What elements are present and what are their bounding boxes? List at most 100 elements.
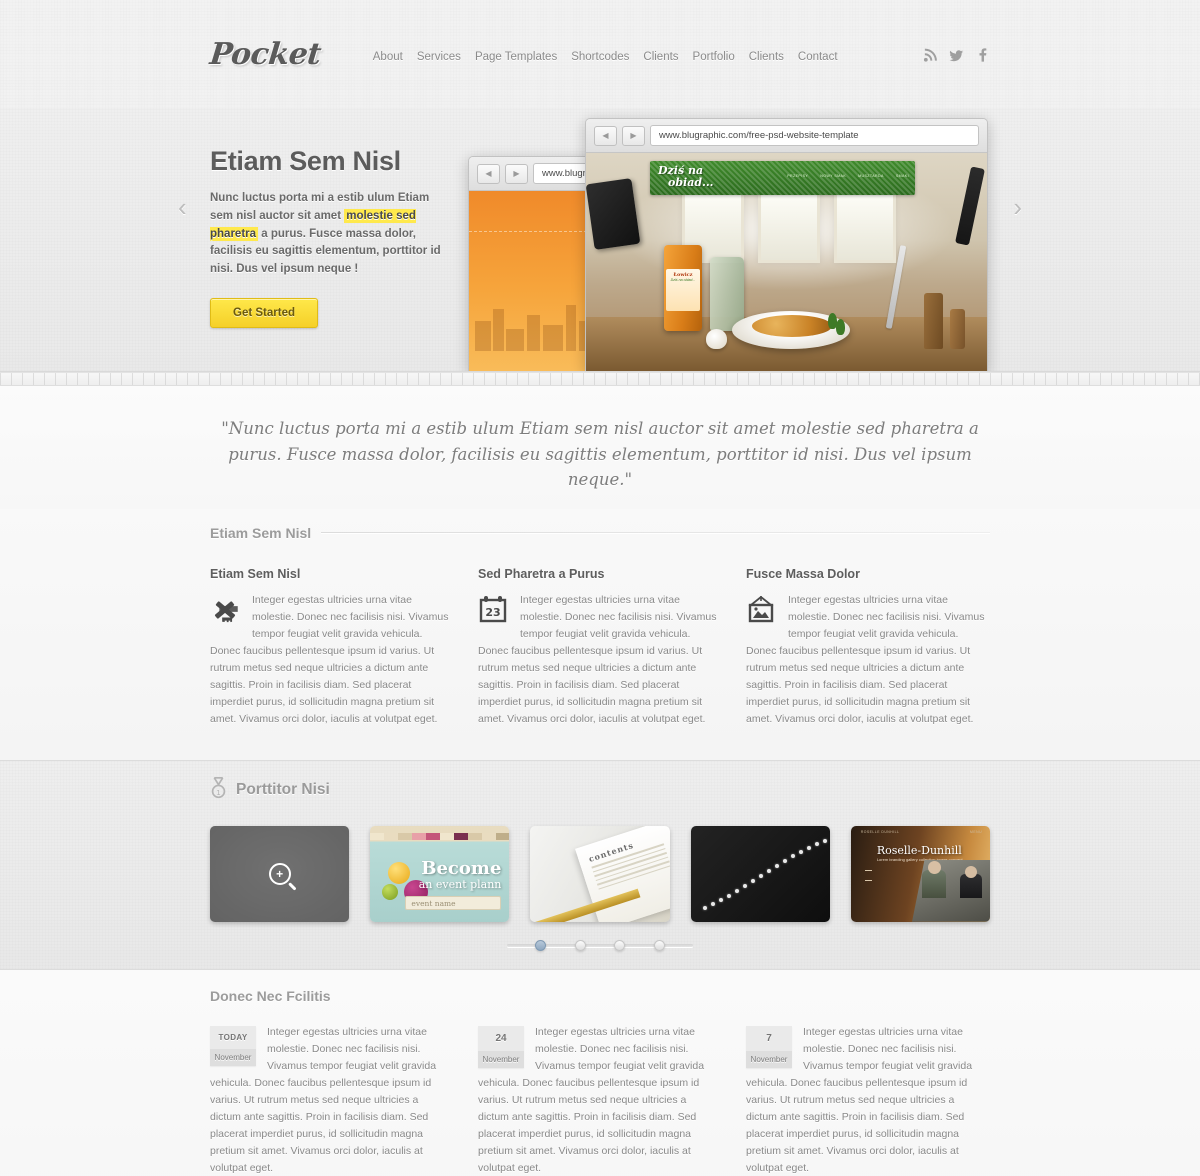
pagination-dot-1[interactable] (535, 939, 546, 951)
browser-back-icon[interactable]: ◀ (477, 163, 500, 184)
thumb2-color-bars (370, 832, 510, 840)
pagination-dot-2[interactable] (574, 939, 586, 951)
nav-item-contact[interactable]: Contact (798, 51, 838, 63)
ruler-strip (0, 372, 1200, 386)
thumb5-person-1 (922, 860, 947, 898)
browser-forward-icon-food[interactable]: ▶ (622, 125, 645, 146)
post-date-badge-3: 7 November (746, 1025, 792, 1068)
feature-column-2: Sed Pharetra a Purus 23 Integer egestas … (478, 567, 718, 728)
post-day-1: TODAY (210, 1025, 256, 1049)
product-sub: Dziś na obiad... (670, 278, 696, 282)
thumb2-event-field: event name (405, 895, 502, 910)
facebook-icon[interactable] (975, 47, 990, 63)
thumb2-caption-small: an event plann (418, 877, 502, 891)
post-month-3: November (746, 1050, 792, 1068)
feature-title-3: Fusce Massa Dolor (746, 566, 860, 581)
nav-item-services[interactable]: Services (417, 51, 461, 63)
banner-nav-item-1[interactable]: PRZEPISY (787, 174, 808, 178)
banner-nav: PRZEPISY NOWY SMAK MUSZTARDA SMAKI (787, 174, 909, 178)
nav-item-page-templates[interactable]: Page Templates (475, 51, 557, 63)
feature-title-2: Sed Pharetra a Purus (478, 566, 605, 581)
features-section: Etiam Sem Nisl Etiam Sem Nisl Integer eg… (0, 508, 1200, 760)
portfolio-thumb-5[interactable]: ROSELLE DUNHILL MENU Roselle-Dunhill Lore… (850, 825, 991, 922)
thumb5-caption: Roselle-Dunhill (876, 843, 962, 857)
feature-column-3: Fusce Massa Dolor Integer egestas ultric… (746, 567, 986, 728)
hero-paragraph: Nunc luctus porta mi a estib ulum Etiam … (210, 190, 442, 279)
banner-nav-item-4[interactable]: SMAKI (896, 174, 909, 178)
thumb2-caption: Become an event plann (418, 857, 502, 891)
rss-icon[interactable] (923, 47, 938, 63)
feature-body-3: Integer egestas ultricies urna vitae mol… (746, 593, 985, 725)
post-day-2: 24 (478, 1025, 524, 1051)
food-site-banner: Dziś na obiad... PRZEPISY NOWY SMAK MUSZ… (650, 161, 915, 195)
twitter-icon[interactable] (949, 47, 964, 63)
blog-section: Donec Nec Fcilitis TODAY November Intege… (0, 969, 1200, 1176)
site-header: Pocket About Services Page Templates Sho… (0, 0, 1200, 108)
food-dish (752, 315, 832, 337)
pagination-dot-4[interactable] (653, 939, 665, 951)
nav-item-clients[interactable]: Clients (643, 51, 678, 63)
post-date-badge-2: 24 November (478, 1025, 524, 1068)
portfolio-thumb-3[interactable]: contents (530, 825, 670, 922)
picture-frame-icon (746, 594, 776, 624)
calendar-day: 23 (485, 606, 500, 619)
features-columns: Etiam Sem Nisl Integer egestas ultricies… (210, 567, 990, 728)
portfolio-section-title: Porttitor Nisi (236, 781, 330, 799)
svg-text:1: 1 (216, 788, 220, 796)
thumb5-topbar: ROSELLE DUNHILL MENU (860, 829, 983, 834)
pepper-mill (924, 293, 943, 349)
slider-next-arrow[interactable]: › (1013, 192, 1022, 223)
garlic-prop (706, 329, 727, 349)
magnifier-plus-icon: + (268, 862, 291, 885)
portfolio-thumb-4[interactable] (690, 825, 830, 922)
section-divider (321, 532, 990, 534)
browser-forward-icon[interactable]: ▶ (505, 163, 528, 184)
banner-logo: Dziś na obiad... (658, 165, 714, 189)
nav-item-about[interactable]: About (373, 51, 403, 63)
food-plate (732, 311, 850, 349)
portfolio-thumb-2[interactable]: Become an event plann event name (370, 825, 510, 922)
post-date-badge-1: TODAY November (210, 1025, 256, 1066)
quote-section: "Nunc luctus porta mi a estib ulum Etiam… (0, 386, 1200, 509)
header-social-links (923, 45, 990, 63)
page-root: Pocket About Services Page Templates Sho… (0, 0, 1200, 1176)
thumb5-person-2 (960, 865, 983, 898)
product-jar: Łowicz Dziś na obiad... (664, 245, 702, 331)
portfolio-pagination (210, 939, 990, 951)
browser-url-food[interactable]: www.blugraphic.com/free-psd-website-temp… (650, 125, 979, 146)
pencil-ruler-icon (210, 594, 240, 624)
post-month-2: November (478, 1050, 524, 1068)
banner-nav-item-2[interactable]: NOWY SMAK (820, 174, 846, 178)
banner-nav-item-3[interactable]: MUSZTARDA (858, 174, 884, 178)
feature-column-1: Etiam Sem Nisl Integer egestas ultricies… (210, 567, 450, 728)
post-month-1: November (210, 1048, 256, 1066)
product-label: Łowicz Dziś na obiad... (666, 269, 700, 311)
pagination-dot-3[interactable] (614, 939, 626, 951)
studio-light-left (586, 178, 641, 250)
portfolio-header: 1 Porttitor Nisi (210, 776, 990, 804)
nav-item-clients-2[interactable]: Clients (749, 51, 784, 63)
site-logo[interactable]: Pocket (208, 37, 322, 72)
blog-post-2: 24 November Integer egestas ultricies ur… (478, 1024, 718, 1176)
nav-item-shortcodes[interactable]: Shortcodes (571, 51, 629, 63)
thumb2-caption-big: Become (421, 857, 502, 879)
blog-columns: TODAY November Integer egestas ultricies… (210, 1024, 990, 1176)
slider-prev-arrow[interactable]: ‹ (178, 192, 187, 223)
blog-section-title: Donec Nec Fcilitis (210, 987, 331, 1004)
medal-icon: 1 (210, 776, 227, 804)
browser-viewport-food: Dziś na obiad... PRZEPISY NOWY SMAK MUSZ… (586, 153, 987, 371)
blog-post-1: TODAY November Integer egestas ultricies… (210, 1024, 450, 1176)
hero-title: Etiam Sem Nisl (210, 146, 401, 176)
salt-mill (950, 309, 965, 349)
nav-item-portfolio[interactable]: Portfolio (693, 51, 735, 63)
features-section-title: Etiam Sem Nisl (210, 524, 312, 541)
post-day-3: 7 (746, 1025, 792, 1051)
features-section-header: Etiam Sem Nisl (210, 509, 990, 541)
get-started-button[interactable]: Get Started (210, 298, 318, 329)
browser-back-icon-food[interactable]: ◀ (594, 125, 617, 146)
portfolio-thumb-1[interactable]: + (210, 825, 350, 922)
hero-text-block: Etiam Sem Nisl Nunc luctus porta mi a es… (210, 108, 442, 329)
thumb-hover-overlay: + (210, 825, 350, 922)
blog-post-3: 7 November Integer egestas ultricies urn… (746, 1024, 986, 1176)
feature-title-1: Etiam Sem Nisl (210, 566, 301, 581)
